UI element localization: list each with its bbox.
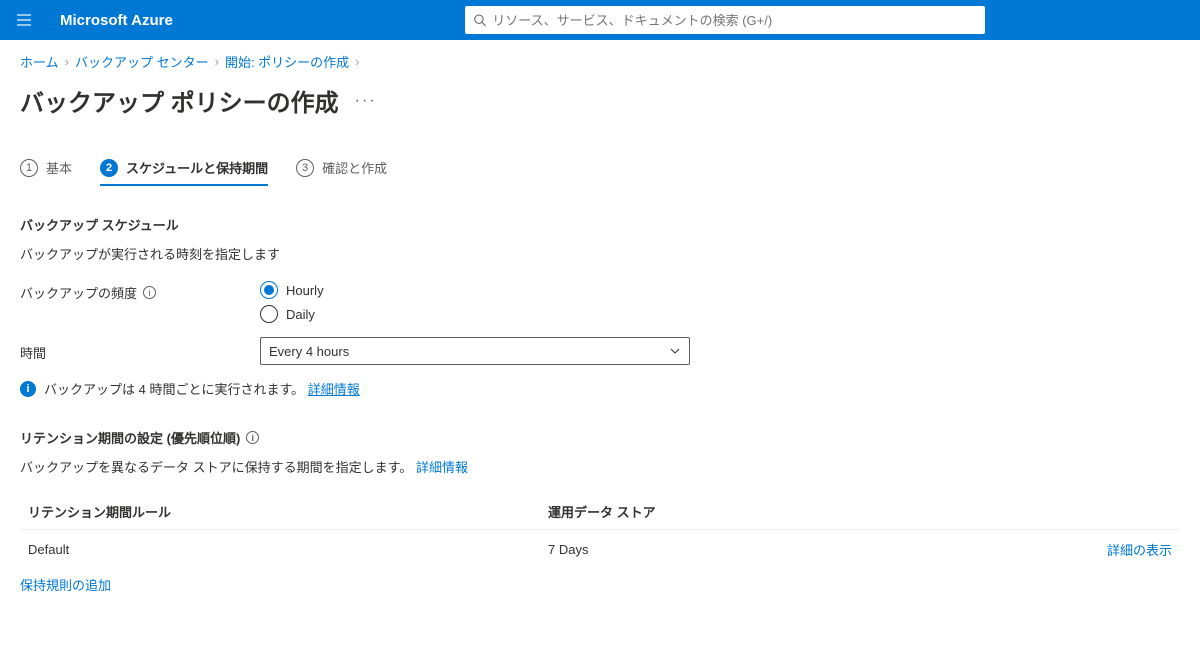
retention-rules-table: リテンション期間ルール 運用データ ストア Default 7 Days 詳細の… [20, 494, 1180, 569]
info-learn-more-link[interactable]: 詳細情報 [308, 382, 360, 397]
chevron-down-icon [669, 345, 681, 357]
row-details-link[interactable]: 詳細の表示 [1107, 543, 1172, 558]
global-search[interactable] [465, 6, 985, 34]
tab-basics[interactable]: 1 基本 [20, 158, 72, 185]
info-icon: i [20, 381, 36, 397]
tab-label: 基本 [46, 158, 72, 177]
cell-rule-name: Default [28, 542, 548, 557]
chevron-right-icon: › [355, 54, 359, 69]
cell-store-value: 7 Days [548, 542, 1072, 557]
breadcrumb-link-home[interactable]: ホーム [20, 52, 59, 71]
column-header-rule: リテンション期間ルール [28, 502, 548, 521]
radio-daily[interactable]: Daily [260, 305, 324, 323]
search-icon [473, 13, 486, 27]
tab-label: 確認と作成 [322, 158, 387, 177]
tab-label: スケジュールと保持期間 [126, 158, 268, 177]
breadcrumb-link-backup-center[interactable]: バックアップ センター [75, 52, 209, 71]
wizard-tabs: 1 基本 2 スケジュールと保持期間 3 確認と作成 [20, 158, 1180, 185]
frequency-label: バックアップの頻度 [20, 283, 137, 302]
step-number-badge: 3 [296, 159, 314, 177]
radio-hourly[interactable]: Hourly [260, 281, 324, 299]
radio-icon [260, 305, 278, 323]
brand-label[interactable]: Microsoft Azure [48, 12, 185, 29]
time-label: 時間 [20, 343, 46, 362]
chevron-right-icon: › [65, 54, 69, 69]
radio-label: Hourly [286, 283, 324, 298]
hamburger-menu-button[interactable] [0, 0, 48, 40]
time-interval-select[interactable]: Every 4 hours [260, 337, 690, 365]
tab-review-create[interactable]: 3 確認と作成 [296, 158, 387, 185]
page-title: バックアップ ポリシーの作成 [20, 83, 339, 118]
search-input[interactable] [492, 13, 977, 28]
radio-icon [260, 281, 278, 299]
table-row: Default 7 Days 詳細の表示 [20, 530, 1180, 569]
hamburger-icon [16, 12, 32, 28]
top-bar: Microsoft Azure [0, 0, 1200, 40]
retention-section-desc: バックアップを異なるデータ ストアに保持する期間を指定します。 [20, 460, 412, 475]
select-value: Every 4 hours [269, 344, 349, 359]
tab-schedule-retention[interactable]: 2 スケジュールと保持期間 [100, 158, 268, 185]
retention-learn-more-link[interactable]: 詳細情報 [416, 460, 468, 475]
radio-label: Daily [286, 307, 315, 322]
step-number-badge: 2 [100, 159, 118, 177]
schedule-section-title: バックアップ スケジュール [20, 215, 1180, 234]
info-text: バックアップは 4 時間ごとに実行されます。 [44, 382, 304, 397]
column-header-store: 運用データ ストア [548, 502, 1072, 521]
schedule-section-desc: バックアップが実行される時刻を指定します [20, 244, 1180, 263]
add-retention-rule-link[interactable]: 保持規則の追加 [20, 578, 111, 593]
schedule-info-banner: i バックアップは 4 時間ごとに実行されます。 詳細情報 [20, 379, 1180, 398]
info-icon[interactable]: i [143, 286, 156, 299]
step-number-badge: 1 [20, 159, 38, 177]
chevron-right-icon: › [215, 54, 219, 69]
frequency-radio-group: Hourly Daily [260, 281, 324, 323]
info-icon[interactable]: i [246, 431, 259, 444]
retention-section-title: リテンション期間の設定 (優先順位順) [20, 428, 240, 447]
breadcrumb: ホーム › バックアップ センター › 開始: ポリシーの作成 › [20, 52, 1180, 71]
more-actions-button[interactable]: ··· [351, 88, 381, 114]
breadcrumb-link-create-policy[interactable]: 開始: ポリシーの作成 [225, 52, 349, 71]
